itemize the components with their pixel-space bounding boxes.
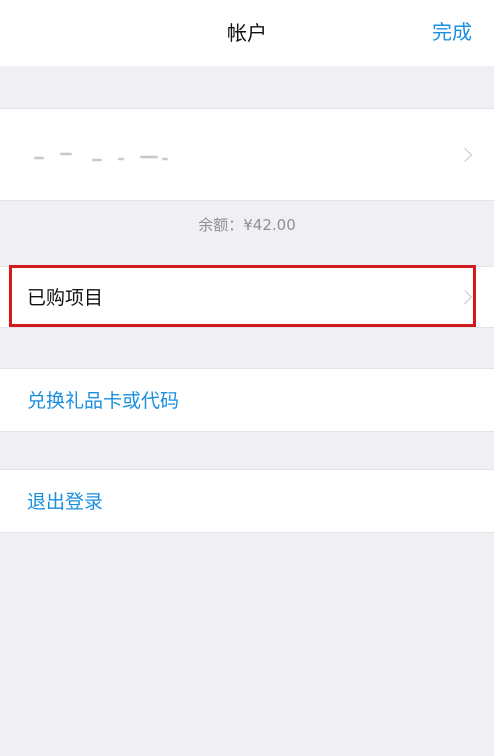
redeem-gift-card-row[interactable]: 兑换礼品卡或代码 (0, 368, 494, 432)
blurred-account-name (30, 149, 190, 163)
highlight-box (9, 265, 476, 327)
redeem-gift-card-link[interactable]: 兑换礼品卡或代码 (27, 389, 179, 413)
account-screen: 帐户 完成 余额：¥42.00 已购项目 兑换礼品卡或代码 退出登录 (0, 0, 494, 756)
apple-id-row[interactable] (0, 108, 494, 201)
sign-out-row[interactable]: 退出登录 (0, 469, 494, 533)
navigation-bar: 帐户 完成 (0, 0, 494, 66)
balance-text: 余额：¥42.00 (198, 216, 296, 234)
done-button[interactable]: 完成 (432, 19, 472, 45)
page-title: 帐户 (227, 21, 267, 45)
sign-out-link[interactable]: 退出登录 (27, 490, 103, 514)
chevron-right-icon (457, 147, 473, 163)
